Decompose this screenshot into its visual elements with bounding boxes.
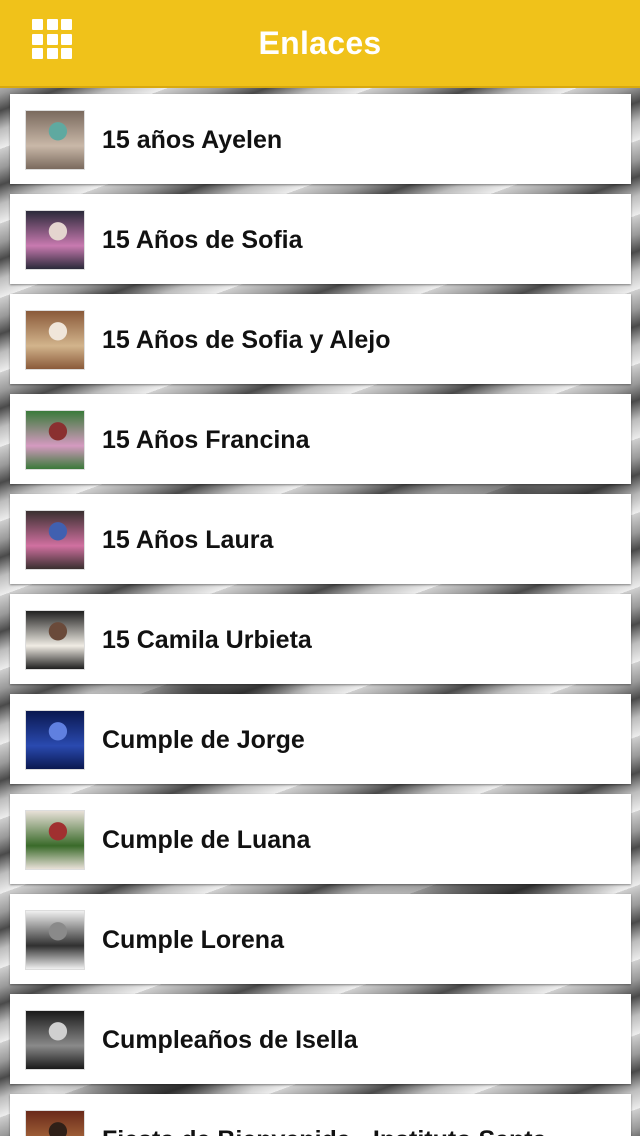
list-item-thumbnail	[25, 1110, 85, 1136]
list-item[interactable]: 15 Años Francina	[10, 394, 631, 484]
list-item-thumbnail	[25, 810, 85, 870]
list-item-thumbnail	[25, 410, 85, 470]
list-item[interactable]: Cumple de Jorge	[10, 694, 631, 784]
list-item[interactable]: Cumple de Luana	[10, 794, 631, 884]
list-item-label: Cumpleaños de Isella	[102, 1026, 358, 1054]
list-item-thumbnail	[25, 610, 85, 670]
list-item-thumbnail	[25, 510, 85, 570]
list-item-label: 15 Años de Sofia	[102, 226, 303, 254]
list-item-thumbnail	[25, 110, 85, 170]
list-item-thumbnail	[25, 910, 85, 970]
list-item[interactable]: Fiesta de Bienvenida - Instituto Santa	[10, 1094, 631, 1136]
list-item[interactable]: 15 Camila Urbieta	[10, 594, 631, 684]
list-item[interactable]: 15 Años de Sofia y Alejo	[10, 294, 631, 384]
list-item[interactable]: 15 Años Laura	[10, 494, 631, 584]
list-item-label: Cumple Lorena	[102, 926, 284, 954]
list-item-label: 15 años Ayelen	[102, 126, 283, 154]
list-item[interactable]: 15 años Ayelen	[10, 94, 631, 184]
page-title: Enlaces	[258, 25, 382, 61]
list-item[interactable]: 15 Años de Sofia	[10, 194, 631, 284]
list-item-label: Cumple de Luana	[102, 826, 311, 854]
list-item-label: 15 Camila Urbieta	[102, 626, 312, 654]
list-item-label: 15 Años Francina	[102, 426, 310, 454]
list-item[interactable]: Cumple Lorena	[10, 894, 631, 984]
list-item-label: 15 Años Laura	[102, 526, 274, 554]
app-header: Enlaces	[0, 0, 640, 88]
list-item-label: 15 Años de Sofia y Alejo	[102, 326, 391, 354]
list-item[interactable]: Cumpleaños de Isella	[10, 994, 631, 1084]
list-item-label: Cumple de Jorge	[102, 726, 305, 754]
list-item-thumbnail	[25, 1010, 85, 1070]
list-item-label: Fiesta de Bienvenida - Instituto Santa	[102, 1094, 622, 1136]
list-item-thumbnail	[25, 710, 85, 770]
list-item-thumbnail	[25, 210, 85, 270]
list-item-thumbnail	[25, 310, 85, 370]
